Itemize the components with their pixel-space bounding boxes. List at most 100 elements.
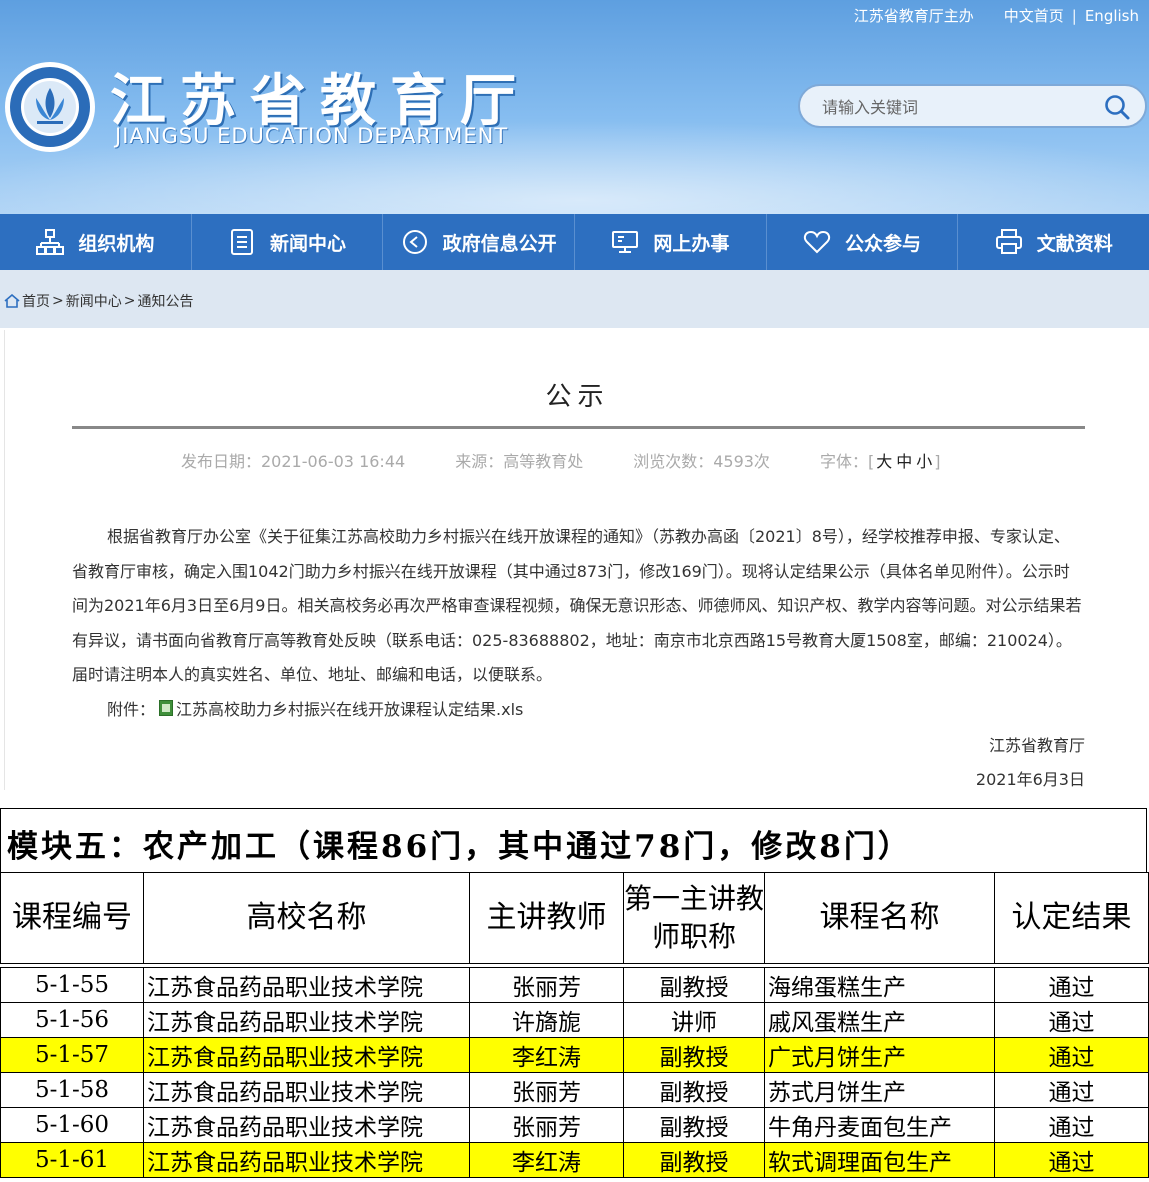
top-links: 江苏省教育厅主办 中文首页 | English bbox=[854, 5, 1139, 26]
cell-result[interactable]: 通过 bbox=[994, 1002, 1149, 1038]
cell-school[interactable]: 江苏食品药品职业技术学院 bbox=[143, 1072, 470, 1108]
cell-rank[interactable]: 副教授 bbox=[623, 1037, 765, 1073]
search-input[interactable] bbox=[820, 94, 1094, 120]
top-links-separator: | bbox=[1071, 6, 1077, 25]
cell-course-id[interactable]: 5-1-61 bbox=[0, 1142, 144, 1178]
font-size-label: 字体： bbox=[819, 452, 868, 471]
site-header: 江苏省教育厅主办 中文首页 | English 江苏省教育厅 JIANGSU E… bbox=[0, 0, 1149, 214]
cell-course-id[interactable]: 5-1-57 bbox=[0, 1037, 144, 1073]
table-row[interactable]: 5-1-58 江苏食品药品职业技术学院 张丽芳 副教授 苏式月饼生产 通过 bbox=[0, 1072, 1149, 1108]
cell-course-name[interactable]: 海绵蛋糕生产 bbox=[764, 967, 995, 1003]
header-rank: 第一主讲教师职称 bbox=[623, 872, 765, 964]
article: 公示 发布日期：2021-06-03 16:44 来源：高等教育处 浏览次数：4… bbox=[4, 330, 1145, 790]
monitor-icon bbox=[612, 231, 639, 253]
cell-rank[interactable]: 副教授 bbox=[623, 1107, 765, 1143]
publish-date: 发布日期：2021-06-03 16:44 bbox=[181, 452, 406, 471]
org-chart-icon bbox=[36, 229, 65, 255]
table-row[interactable]: 5-1-57 江苏食品药品职业技术学院 李红涛 副教授 广式月饼生产 通过 bbox=[0, 1037, 1149, 1073]
host-text: 江苏省教育厅主办 bbox=[853, 7, 974, 25]
nav-item-online-services[interactable]: 网上办事 bbox=[575, 214, 767, 270]
heart-icon bbox=[803, 230, 831, 254]
breadcrumb-notice[interactable]: 通知公告 bbox=[137, 291, 193, 311]
attachment-link[interactable]: 江苏高校助力乡村振兴在线开放课程认定结果.xls bbox=[176, 696, 523, 720]
article-source: 来源：高等教育处 bbox=[455, 452, 584, 471]
cell-school[interactable]: 江苏食品药品职业技术学院 bbox=[143, 1142, 470, 1178]
font-size-bracket: ] bbox=[934, 452, 941, 471]
nav-label: 公众参与 bbox=[845, 232, 922, 255]
table-header-row: 课程编号 高校名称 主讲教师 第一主讲教师职称 课程名称 认定结果 bbox=[0, 872, 1149, 964]
play-circle-icon bbox=[402, 230, 427, 254]
cell-school[interactable]: 江苏食品药品职业技术学院 bbox=[143, 1002, 470, 1038]
cell-course-name[interactable]: 牛角丹麦面包生产 bbox=[764, 1107, 995, 1143]
cell-result[interactable]: 通过 bbox=[994, 1037, 1149, 1073]
excel-file-icon bbox=[159, 700, 174, 716]
table-row[interactable]: 5-1-56 江苏食品药品职业技术学院 许旖旎 讲师 戚风蛋糕生产 通过 bbox=[0, 1002, 1149, 1038]
title-divider bbox=[72, 426, 1085, 429]
search-icon[interactable] bbox=[1103, 93, 1131, 121]
header-school: 高校名称 bbox=[143, 872, 470, 964]
nav-label: 网上办事 bbox=[653, 232, 730, 255]
attachment-label: 附件： bbox=[107, 700, 156, 719]
article-title: 公示 bbox=[545, 382, 610, 412]
nav-item-gov-info[interactable]: 政府信息公开 bbox=[383, 214, 576, 270]
course-table: 课程编号 高校名称 主讲教师 第一主讲教师职称 课程名称 认定结果 5-1-55… bbox=[0, 872, 1149, 1178]
cell-school[interactable]: 江苏食品药品职业技术学院 bbox=[143, 967, 470, 1003]
nav-item-public-participation[interactable]: 公众参与 bbox=[767, 214, 959, 270]
nav-label: 政府信息公开 bbox=[442, 232, 557, 255]
home-icon[interactable] bbox=[4, 294, 20, 308]
breadcrumb-home[interactable]: 首页 bbox=[22, 291, 50, 311]
table-row[interactable]: 5-1-60 江苏食品药品职业技术学院 张丽芳 副教授 牛角丹麦面包生产 通过 bbox=[0, 1107, 1149, 1143]
cell-teacher[interactable]: 许旖旎 bbox=[469, 1002, 624, 1038]
cell-course-id[interactable]: 5-1-55 bbox=[0, 967, 144, 1003]
cell-teacher[interactable]: 李红涛 bbox=[469, 1037, 624, 1073]
chinese-home-link[interactable]: 中文首页 bbox=[1004, 5, 1064, 26]
cell-course-id[interactable]: 5-1-58 bbox=[0, 1072, 144, 1108]
cell-result[interactable]: 通过 bbox=[994, 1142, 1149, 1178]
font-large-button[interactable]: 大 bbox=[874, 452, 894, 471]
table-row[interactable]: 5-1-55 江苏食品药品职业技术学院 张丽芳 副教授 海绵蛋糕生产 通过 bbox=[0, 967, 1149, 1003]
table-row[interactable]: 5-1-61 江苏食品药品职业技术学院 李红涛 副教授 软式调理面包生产 通过 bbox=[0, 1142, 1149, 1178]
document-icon bbox=[231, 229, 253, 255]
header-teacher: 主讲教师 bbox=[469, 872, 624, 964]
article-body: 根据省教育厅办公室《关于征集江苏高校助力乡村振兴在线开放课程的通知》（苏教办高函… bbox=[72, 527, 1082, 684]
cell-result[interactable]: 通过 bbox=[994, 1072, 1149, 1108]
site-title-en: JIANGSU EDUCATION DEPARTMENT bbox=[115, 124, 509, 148]
cell-teacher[interactable]: 张丽芳 bbox=[469, 1072, 624, 1108]
nav-item-news[interactable]: 新闻中心 bbox=[192, 214, 384, 270]
english-link[interactable]: English bbox=[1085, 7, 1139, 25]
printer-icon bbox=[995, 229, 1022, 254]
cell-course-id[interactable]: 5-1-60 bbox=[0, 1107, 144, 1143]
cell-rank[interactable]: 讲师 bbox=[623, 1002, 765, 1038]
cell-course-name[interactable]: 广式月饼生产 bbox=[764, 1037, 995, 1073]
cell-course-name[interactable]: 苏式月饼生产 bbox=[764, 1072, 995, 1108]
cell-rank[interactable]: 副教授 bbox=[623, 1072, 765, 1108]
font-medium-button[interactable]: 中 bbox=[894, 452, 914, 471]
view-count: 浏览次数：4593次 bbox=[633, 452, 770, 471]
signature-org: 江苏省教育厅 bbox=[988, 736, 1085, 755]
cell-school[interactable]: 江苏食品药品职业技术学院 bbox=[143, 1037, 470, 1073]
breadcrumb-separator: > bbox=[123, 293, 136, 309]
cell-rank[interactable]: 副教授 bbox=[623, 1142, 765, 1178]
cell-teacher[interactable]: 李红涛 bbox=[469, 1142, 624, 1178]
jiangsu-education-logo[interactable] bbox=[3, 60, 97, 154]
header-result: 认定结果 bbox=[994, 872, 1149, 964]
cell-teacher[interactable]: 张丽芳 bbox=[469, 1107, 624, 1143]
cell-school[interactable]: 江苏食品药品职业技术学院 bbox=[143, 1107, 470, 1143]
nav-label: 文献资料 bbox=[1036, 232, 1113, 255]
breadcrumb-news[interactable]: 新闻中心 bbox=[66, 291, 122, 311]
cell-teacher[interactable]: 张丽芳 bbox=[469, 967, 624, 1003]
cell-rank[interactable]: 副教授 bbox=[623, 967, 765, 1003]
cell-course-name[interactable]: 戚风蛋糕生产 bbox=[764, 1002, 995, 1038]
font-small-button[interactable]: 小 bbox=[914, 452, 934, 471]
nav-item-literature[interactable]: 文献资料 bbox=[958, 214, 1149, 270]
article-meta: 发布日期：2021-06-03 16:44 来源：高等教育处 浏览次数：4593… bbox=[181, 448, 941, 472]
module-title: 模块五：农产加工（课程86门，其中通过78门，修改8门） bbox=[0, 808, 1147, 872]
breadcrumb-separator: > bbox=[52, 293, 64, 309]
cell-result[interactable]: 通过 bbox=[994, 1107, 1149, 1143]
nav-item-organization[interactable]: 组织机构 bbox=[0, 214, 192, 270]
cell-course-name[interactable]: 软式调理面包生产 bbox=[764, 1142, 995, 1178]
font-size-control: 字体：[大中小] bbox=[820, 448, 941, 472]
cell-course-id[interactable]: 5-1-56 bbox=[0, 1002, 144, 1038]
cell-result[interactable]: 通过 bbox=[994, 967, 1149, 1003]
signature-date: 2021年6月3日 bbox=[975, 770, 1085, 789]
